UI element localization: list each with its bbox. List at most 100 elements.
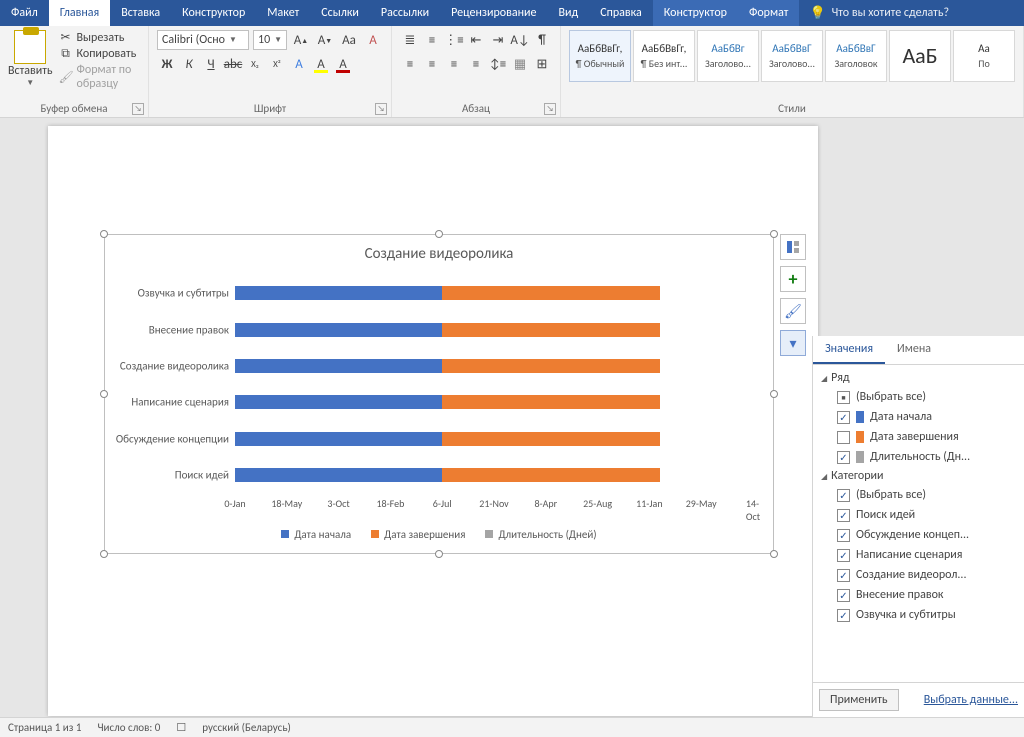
style-box-1[interactable]: АаБбВвГг,¶ Без инт... — [633, 30, 695, 82]
spellcheck-icon[interactable]: ☐ — [176, 721, 186, 734]
sort-button[interactable]: A↓ — [510, 30, 530, 50]
format-painter-button[interactable]: 🖌Формат по образцу — [59, 63, 140, 91]
numbering-button[interactable]: ≡ — [422, 30, 442, 50]
checkbox[interactable] — [837, 451, 850, 464]
justify-button[interactable]: ≡ — [466, 54, 486, 74]
tab-references[interactable]: Ссылки — [310, 0, 370, 26]
chart-bar[interactable] — [235, 359, 660, 373]
resize-handle-b[interactable] — [435, 550, 443, 558]
status-language[interactable]: русский (Беларусь) — [202, 721, 291, 734]
tab-view[interactable]: Вид — [547, 0, 589, 26]
paste-button[interactable]: Вставить ▼ — [8, 30, 53, 91]
increase-indent-button[interactable]: ⇥ — [488, 30, 508, 50]
align-center-button[interactable]: ≡ — [422, 54, 442, 74]
chart-title[interactable]: Создание видеоролика — [105, 245, 773, 263]
style-box-4[interactable]: АаБбВвГЗаголовок — [825, 30, 887, 82]
filter-apply-button[interactable]: Применить — [819, 689, 899, 711]
highlight-button[interactable]: A — [311, 54, 331, 74]
tab-review[interactable]: Рецензирование — [440, 0, 547, 26]
chart-bar[interactable] — [235, 323, 660, 337]
resize-handle-tl[interactable] — [100, 230, 108, 238]
subscript-button[interactable]: X₂ — [245, 54, 265, 74]
resize-handle-tr[interactable] — [770, 230, 778, 238]
legend-item[interactable]: Длительность (Дней) — [485, 528, 596, 541]
font-size-combo[interactable]: 10▼ — [253, 30, 287, 50]
filter-tab-names[interactable]: Имена — [885, 336, 943, 364]
filter-item[interactable]: Обсуждение концеп... — [815, 525, 1022, 545]
filter-item[interactable]: Дата начала — [815, 407, 1022, 427]
legend-item[interactable]: Дата завершения — [371, 528, 465, 541]
checkbox[interactable] — [837, 391, 850, 404]
filter-item[interactable]: Написание сценария — [815, 545, 1022, 565]
tab-design[interactable]: Конструктор — [171, 0, 256, 26]
cut-button[interactable]: ✂Вырезать — [59, 30, 140, 45]
filter-section[interactable]: Категории — [815, 467, 1022, 485]
filter-item[interactable]: Поиск идей — [815, 505, 1022, 525]
chart-bar[interactable] — [235, 432, 660, 446]
text-effects-button[interactable]: A — [289, 54, 309, 74]
multilevel-list-button[interactable]: ⋮≡ — [444, 30, 464, 50]
tab-help[interactable]: Справка — [589, 0, 653, 26]
change-case-button[interactable]: Aa — [339, 30, 359, 50]
clipboard-dialog-launcher[interactable]: ↘ — [132, 103, 144, 115]
tell-me-search[interactable]: 💡 Что вы хотите сделать? — [799, 0, 959, 26]
decrease-indent-button[interactable]: ⇤ — [466, 30, 486, 50]
bullets-button[interactable]: ≣ — [400, 30, 420, 50]
italic-button[interactable]: К — [179, 54, 199, 74]
clear-formatting-button[interactable]: A — [363, 30, 383, 50]
checkbox[interactable] — [837, 509, 850, 522]
tab-file[interactable]: Файл — [0, 0, 49, 26]
resize-handle-bl[interactable] — [100, 550, 108, 558]
resize-handle-br[interactable] — [770, 550, 778, 558]
borders-button[interactable]: ⊞ — [532, 54, 552, 74]
checkbox[interactable] — [837, 411, 850, 424]
checkbox[interactable] — [837, 569, 850, 582]
checkbox[interactable] — [837, 609, 850, 622]
checkbox[interactable] — [837, 529, 850, 542]
filter-item[interactable]: Внесение правок — [815, 585, 1022, 605]
select-data-link[interactable]: Выбрать данные... — [924, 693, 1018, 707]
style-box-3[interactable]: АаБбВвГЗаголово... — [761, 30, 823, 82]
chart-legend[interactable]: Дата начала Дата завершения Длительность (… — [105, 528, 773, 542]
filter-section[interactable]: Ряд — [815, 369, 1022, 387]
filter-item[interactable]: Озвучка и субтитры — [815, 605, 1022, 625]
tab-mailings[interactable]: Рассылки — [370, 0, 440, 26]
filter-tab-values[interactable]: Значения — [813, 336, 885, 364]
bold-button[interactable]: Ж — [157, 54, 177, 74]
checkbox[interactable] — [837, 589, 850, 602]
checkbox[interactable] — [837, 489, 850, 502]
legend-item[interactable]: Дата начала — [281, 528, 351, 541]
chart-object[interactable]: Создание видеоролика Озвучка и субтитрыВ… — [104, 234, 774, 554]
tab-chart-format[interactable]: Формат — [738, 0, 799, 26]
chart-bar[interactable] — [235, 468, 660, 482]
chart-filters-button[interactable]: ▾ — [780, 330, 806, 356]
checkbox[interactable] — [837, 549, 850, 562]
tab-home[interactable]: Главная — [49, 0, 110, 26]
align-left-button[interactable]: ≡ — [400, 54, 420, 74]
style-box-0[interactable]: АаБбВвГг,¶ Обычный — [569, 30, 631, 82]
align-right-button[interactable]: ≡ — [444, 54, 464, 74]
shrink-font-button[interactable]: A▼ — [315, 30, 335, 50]
chart-elements-button[interactable]: + — [780, 266, 806, 292]
filter-item[interactable]: (Выбрать все) — [815, 485, 1022, 505]
shading-button[interactable]: ▦ — [510, 54, 530, 74]
copy-button[interactable]: ⧉Копировать — [59, 47, 140, 61]
resize-handle-r[interactable] — [770, 390, 778, 398]
font-dialog-launcher[interactable]: ↘ — [375, 103, 387, 115]
status-page[interactable]: Страница 1 из 1 — [8, 721, 81, 734]
style-box-2[interactable]: АаБбВгЗаголово... — [697, 30, 759, 82]
chart-bar[interactable] — [235, 286, 660, 300]
font-color-button[interactable]: A — [333, 54, 353, 74]
grow-font-button[interactable]: A▲ — [291, 30, 311, 50]
line-spacing-button[interactable]: ↕≡ — [488, 54, 508, 74]
layout-options-button[interactable] — [780, 234, 806, 260]
tab-insert[interactable]: Вставка — [110, 0, 171, 26]
show-marks-button[interactable]: ¶ — [532, 30, 552, 50]
resize-handle-l[interactable] — [100, 390, 108, 398]
superscript-button[interactable]: X² — [267, 54, 287, 74]
resize-handle-t[interactable] — [435, 230, 443, 238]
chart-plot-area[interactable]: Озвучка и субтитрыВнесение правокСоздани… — [235, 275, 753, 493]
status-word-count[interactable]: Число слов: 0 — [97, 721, 160, 734]
font-name-combo[interactable]: Calibri (Осно▼ — [157, 30, 249, 50]
chart-bar[interactable] — [235, 395, 660, 409]
